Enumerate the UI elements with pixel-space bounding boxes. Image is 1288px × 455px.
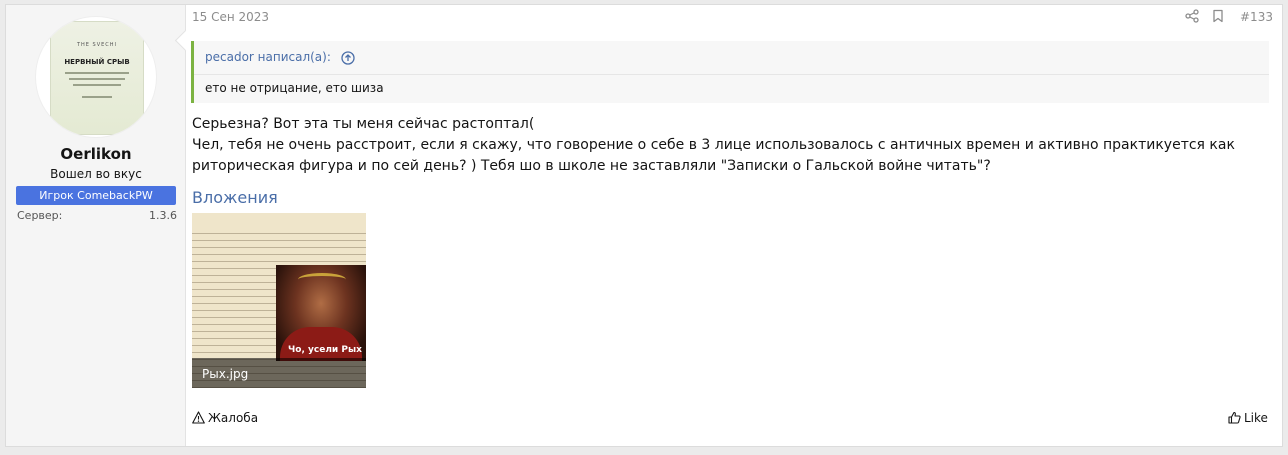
attachment-filename[interactable]: Рых.jpg — [202, 367, 248, 381]
like-button[interactable]: Like — [1228, 411, 1268, 425]
quote-text: ето не отрицание, ето шиза — [205, 81, 384, 95]
attachment-page-header — [192, 213, 366, 227]
attachment-caption: Чо, усели Рых — [288, 345, 362, 355]
like-label: Like — [1244, 411, 1268, 425]
avatar-candle-image: THE SVECHI НЕРВНЫЙ СРЫВ — [50, 21, 144, 135]
thumbs-up-icon — [1228, 411, 1241, 424]
server-value: 1.3.6 — [149, 209, 177, 222]
red-cloak — [280, 327, 362, 361]
avatar-text-line — [73, 84, 121, 86]
quote-divider — [194, 74, 1269, 75]
avatar[interactable]: THE SVECHI НЕРВНЫЙ СРЫВ — [36, 17, 156, 137]
report-button[interactable]: Жалоба — [192, 411, 258, 425]
post-date[interactable]: 15 Сен 2023 — [192, 10, 269, 24]
user-cell: THE SVECHI НЕРВНЫЙ СРЫВ Oerlikon Вошел в… — [6, 5, 186, 446]
user-banner: Игрок ComebackPW — [16, 186, 176, 205]
server-label: Сервер: — [17, 209, 63, 222]
report-label: Жалоба — [208, 411, 259, 425]
message-line: риторическая фигура и по сей день? ) Теб… — [192, 158, 991, 174]
username[interactable]: Oerlikon — [6, 145, 186, 163]
share-icon[interactable] — [1185, 9, 1199, 23]
message-line: Чел, тебя не очень расстроит, если я ска… — [192, 137, 1235, 153]
message-line: Серьезна? Вот эта ты меня сейчас растопт… — [192, 116, 535, 132]
quote-block: pecador написал(а): ето не отрицание, ет… — [191, 41, 1269, 103]
quote-author[interactable]: pecador написал(а): — [205, 50, 331, 64]
attachments-title: Вложения — [192, 188, 278, 207]
bookmark-icon[interactable] — [1211, 9, 1225, 23]
warning-icon — [192, 411, 205, 424]
avatar-text-line — [82, 96, 112, 98]
attachment-thumbnail[interactable]: Чо, усели Рых Рых.jpg — [192, 213, 366, 388]
avatar-brand: THE SVECHI — [76, 42, 118, 48]
avatar-text-line — [69, 78, 125, 80]
avatar-product: НЕРВНЫЙ СРЫВ — [64, 58, 130, 66]
post-message: Серьезна? Вот эта ты меня сейчас растопт… — [192, 114, 1262, 177]
post-number[interactable]: #133 — [1240, 10, 1273, 24]
avatar-text-line — [65, 72, 129, 74]
laurel-wreath — [298, 273, 346, 286]
user-title: Вошел во вкус — [50, 167, 142, 181]
quote-header[interactable]: pecador написал(а): — [205, 50, 355, 65]
arrow-up-circle-icon[interactable] — [341, 50, 355, 65]
